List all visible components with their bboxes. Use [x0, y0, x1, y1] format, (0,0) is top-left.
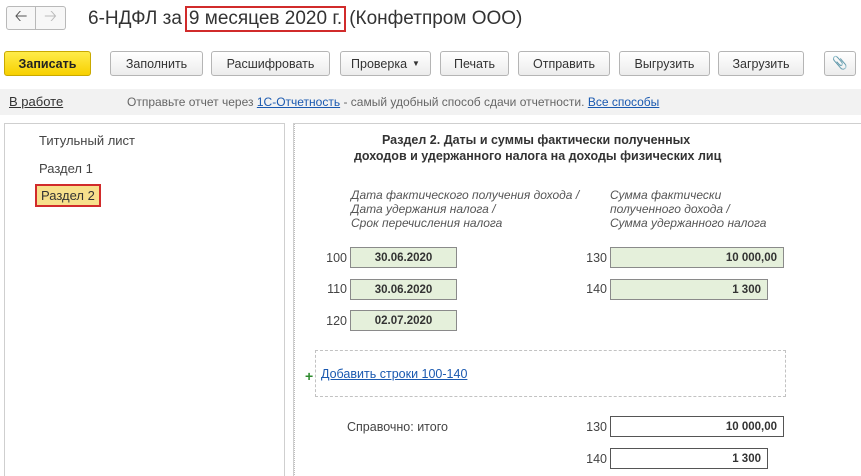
row-code-140: 140 [586, 282, 607, 296]
tax-transfer-deadline-field[interactable]: 02.07.2020 [350, 310, 457, 331]
fill-button[interactable]: Заполнить [110, 51, 203, 76]
amounts-hint-line1: Сумма фактически [610, 188, 722, 202]
dates-hint: Дата фактического получения дохода / Дат… [351, 188, 579, 230]
print-button[interactable]: Печать [440, 51, 509, 76]
sidebar-item-section-2[interactable]: Раздел 2 [35, 184, 101, 207]
row-code-110: 110 [327, 282, 347, 296]
amounts-hint: Сумма фактически полученного дохода / Су… [610, 188, 766, 230]
check-button-label: Проверка [351, 56, 408, 71]
section-form: Раздел 2. Даты и суммы фактически получе… [293, 123, 861, 476]
dates-hint-line1: Дата фактического получения дохода / [351, 188, 580, 202]
sidebar-item-section-1[interactable]: Раздел 1 [39, 161, 93, 176]
all-methods-link[interactable]: Все способы [588, 95, 660, 109]
row-code-130: 130 [586, 251, 607, 265]
service-link[interactable]: 1С-Отчетность [257, 95, 340, 109]
dates-hint-line3: Срок перечисления налога [351, 216, 503, 230]
dates-hint-line2: Дата удержания налога / [351, 202, 496, 216]
sections-panel: Титульный лист Раздел 1 Раздел 2 [4, 123, 285, 476]
export-button[interactable]: Выгрузить [619, 51, 710, 76]
forward-button[interactable]: 🡢 [36, 6, 66, 30]
decode-button[interactable]: Расшифровать [211, 51, 330, 76]
info-text-after: - самый удобный способ сдачи отчетности. [343, 95, 585, 109]
income-amount-field[interactable]: 10 000,00 [610, 247, 784, 268]
row-code-100: 100 [326, 251, 347, 265]
arrow-right-icon: 🡢 [44, 7, 57, 25]
plus-icon: + [305, 368, 314, 384]
tax-withholding-date-field[interactable]: 30.06.2020 [350, 279, 457, 300]
import-button[interactable]: Загрузить [718, 51, 804, 76]
info-message: Отправьте отчет через 1С-Отчетность - са… [127, 95, 659, 109]
total-income-field: 10 000,00 [610, 416, 784, 437]
section-title-line1: Раздел 2. Даты и суммы фактически получе… [382, 133, 691, 147]
status-link[interactable]: В работе [9, 94, 63, 109]
total-code-130: 130 [586, 420, 607, 434]
attach-button[interactable]: 📎 [824, 51, 856, 76]
total-tax-field: 1 300 [610, 448, 768, 469]
section-title-line2: доходов и удержанного налога на доходы ф… [354, 149, 722, 163]
reference-total-label: Справочно: итого [347, 420, 448, 434]
row-code-120: 120 [326, 314, 347, 328]
panel-splitter[interactable] [294, 124, 296, 476]
title-bar: 🡠 🡢 6-НДФЛ за 9 месяцев 2020 г. (Конфетп… [0, 0, 861, 38]
income-date-field[interactable]: 30.06.2020 [350, 247, 457, 268]
sidebar-item-title-page[interactable]: Титульный лист [39, 133, 135, 148]
page-title: 6-НДФЛ за 9 месяцев 2020 г. (Конфетпром … [88, 6, 522, 32]
info-bar: В работе Отправьте отчет через 1С-Отчетн… [0, 89, 861, 115]
withheld-tax-field[interactable]: 1 300 [610, 279, 768, 300]
title-org: (Конфетпром ООО) [349, 8, 523, 29]
info-text-before: Отправьте отчет через [127, 95, 254, 109]
amounts-hint-line2: полученного дохода / [610, 202, 730, 216]
total-code-140: 140 [586, 452, 607, 466]
toolbar: Записать Заполнить Расшифровать Проверка… [0, 48, 861, 80]
check-dropdown-button[interactable]: Проверка ▼ [340, 51, 431, 76]
save-button[interactable]: Записать [4, 51, 91, 76]
amounts-hint-line3: Сумма удержанного налога [610, 216, 767, 230]
paperclip-icon: 📎 [832, 56, 848, 70]
back-button[interactable]: 🡠 [6, 6, 36, 30]
arrow-left-icon: 🡠 [14, 7, 28, 25]
title-period: 9 месяцев 2020 г. [184, 6, 347, 32]
send-button[interactable]: Отправить [518, 51, 610, 76]
add-rows-link[interactable]: Добавить строки 100-140 [321, 367, 467, 381]
chevron-down-icon: ▼ [412, 59, 420, 68]
title-prefix: 6-НДФЛ за [88, 8, 182, 29]
